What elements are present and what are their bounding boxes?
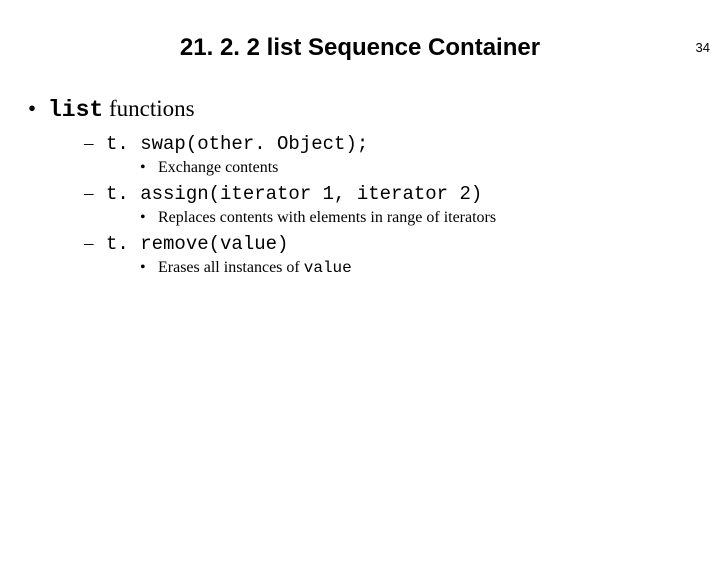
l3-text: Replaces contents with elements in range… xyxy=(158,209,496,226)
bullet-dot: • xyxy=(28,96,48,122)
bullet-dash: – xyxy=(84,183,106,205)
bullet-dot-small: • xyxy=(140,259,158,277)
l2-code: t. swap(other. Object); xyxy=(106,133,368,155)
bullet-level-1: •list functions xyxy=(28,96,720,123)
bullet-dash: – xyxy=(84,233,106,255)
l3-text: Exchange contents xyxy=(158,159,278,176)
l2-code: t. remove(value) xyxy=(106,233,288,255)
page-number: 34 xyxy=(696,40,710,55)
bullet-level-3: •Replaces contents with elements in rang… xyxy=(140,209,720,227)
bullet-level-3: •Erases all instances of value xyxy=(140,259,720,277)
bullet-level-2: –t. remove(value) xyxy=(84,233,720,255)
l2-code: t. assign(iterator 1, iterator 2) xyxy=(106,183,482,205)
slide-content: •list functions –t. swap(other. Object);… xyxy=(0,96,720,277)
l3-text-mono: value xyxy=(304,259,352,277)
bullet-level-2: –t. swap(other. Object); xyxy=(84,133,720,155)
bullet-dot-small: • xyxy=(140,159,158,177)
l1-code: list xyxy=(48,97,103,123)
bullet-level-2: –t. assign(iterator 1, iterator 2) xyxy=(84,183,720,205)
slide-title: 21. 2. 2 list Sequence Container xyxy=(0,34,720,62)
bullet-level-3: •Exchange contents xyxy=(140,159,720,177)
l1-text: functions xyxy=(103,96,194,121)
bullet-dash: – xyxy=(84,133,106,155)
bullet-dot-small: • xyxy=(140,209,158,227)
l3-text-prefix: Erases all instances of xyxy=(158,259,304,276)
